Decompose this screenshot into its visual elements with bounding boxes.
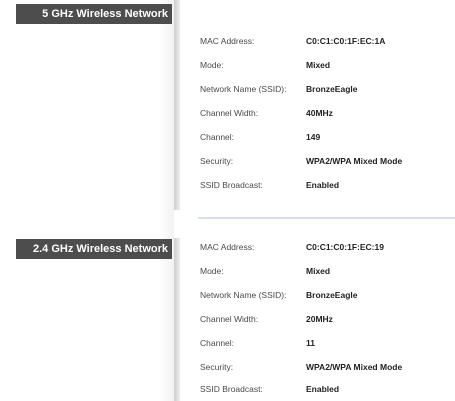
section-label-column bbox=[16, 0, 174, 401]
info-label: Security: bbox=[200, 362, 234, 372]
info-label: Mode: bbox=[200, 266, 224, 276]
info-value: Enabled bbox=[306, 180, 340, 190]
info-label: SSID Broadcast: bbox=[200, 384, 263, 394]
info-row-channel-width-5ghz: Channel Width: 40MHz bbox=[200, 106, 455, 120]
info-value: Mixed bbox=[306, 60, 331, 70]
info-row-mac-5ghz: MAC Address: C0:C1:C0:1F:EC:1A bbox=[200, 34, 455, 48]
info-value: C0:C1:C0:1F:EC:19 bbox=[306, 242, 384, 252]
info-value: Mixed bbox=[306, 266, 331, 276]
info-row-ssid-broadcast-5ghz: SSID Broadcast: Enabled bbox=[200, 178, 455, 192]
info-row-mode-2-4ghz: Mode: Mixed bbox=[200, 264, 455, 278]
info-label: Network Name (SSID): bbox=[200, 290, 287, 300]
info-label: Mode: bbox=[200, 60, 224, 70]
info-value: 11 bbox=[306, 338, 315, 348]
info-label: Security: bbox=[200, 156, 234, 166]
info-value: 20MHz bbox=[306, 314, 333, 324]
info-label: Network Name (SSID): bbox=[200, 84, 287, 94]
info-row-security-5ghz: Security: WPA2/WPA Mixed Mode bbox=[200, 154, 455, 168]
info-row-channel-width-2-4ghz: Channel Width: 20MHz bbox=[200, 312, 455, 326]
section-divider bbox=[198, 217, 455, 219]
wireless-status-panel: 5 GHz Wireless Network MAC Address: C0:C… bbox=[0, 0, 455, 401]
label-column-shade bbox=[16, 0, 174, 401]
section-title-2-4ghz: 2.4 GHz Wireless Network bbox=[16, 239, 172, 259]
info-label: MAC Address: bbox=[200, 36, 255, 46]
info-label: MAC Address: bbox=[200, 242, 255, 252]
info-row-ssid-broadcast-2-4ghz: SSID Broadcast: Enabled bbox=[200, 382, 455, 396]
info-label: Channel: bbox=[200, 338, 235, 348]
info-row-channel-5ghz: Channel: 149 bbox=[200, 130, 455, 144]
info-value: BronzeEagle bbox=[306, 84, 358, 94]
vertical-divider-gap bbox=[174, 210, 180, 238]
info-row-ssid-2-4ghz: Network Name (SSID): BronzeEagle bbox=[200, 288, 455, 302]
info-row-mode-5ghz: Mode: Mixed bbox=[200, 58, 455, 72]
section-title-5ghz: 5 GHz Wireless Network bbox=[16, 4, 172, 24]
info-label: SSID Broadcast: bbox=[200, 180, 263, 190]
info-label: Channel Width: bbox=[200, 314, 259, 324]
info-label: Channel: bbox=[200, 132, 235, 142]
info-value: 149 bbox=[306, 132, 321, 142]
vertical-divider bbox=[174, 0, 180, 401]
info-row-ssid-5ghz: Network Name (SSID): BronzeEagle bbox=[200, 82, 455, 96]
info-value: Enabled bbox=[306, 384, 340, 394]
info-row-security-2-4ghz: Security: WPA2/WPA Mixed Mode bbox=[200, 360, 455, 374]
info-value: WPA2/WPA Mixed Mode bbox=[306, 156, 403, 166]
info-value: C0:C1:C0:1F:EC:1A bbox=[306, 36, 386, 46]
info-value: 40MHz bbox=[306, 108, 333, 118]
info-value: BronzeEagle bbox=[306, 290, 358, 300]
info-row-mac-2-4ghz: MAC Address: C0:C1:C0:1F:EC:19 bbox=[200, 240, 455, 254]
info-row-channel-2-4ghz: Channel: 11 bbox=[200, 336, 455, 350]
info-value: WPA2/WPA Mixed Mode bbox=[306, 362, 403, 372]
info-label: Channel Width: bbox=[200, 108, 259, 118]
